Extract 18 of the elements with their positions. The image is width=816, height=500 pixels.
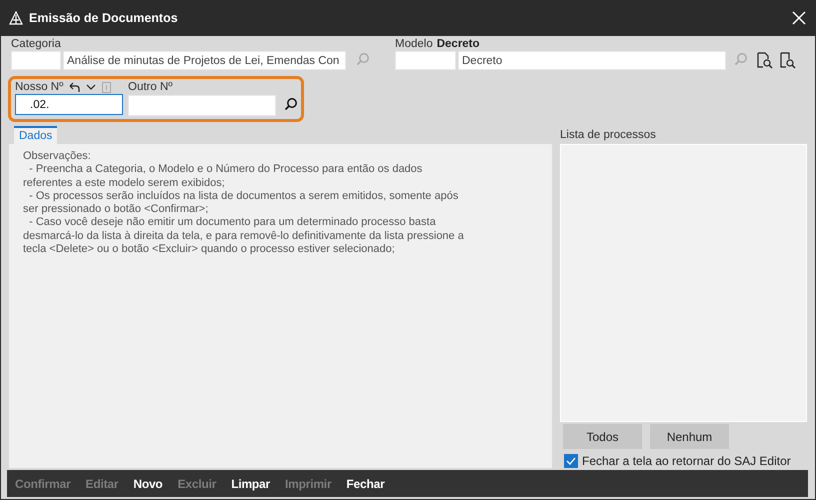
list-button[interactable]: Nenhum bbox=[650, 424, 729, 449]
description-field[interactable]: Decreto bbox=[458, 51, 726, 70]
field-label: Modelo bbox=[395, 37, 433, 51]
list-button[interactable]: Todos bbox=[563, 424, 642, 449]
field-label: Outro Nº bbox=[128, 80, 174, 94]
tab[interactable]: Dados bbox=[14, 126, 58, 144]
action-button[interactable]: Fechar bbox=[346, 476, 385, 490]
description-field[interactable]: Análise de minutas de Projetos de Lei, Emendas Con bbox=[63, 51, 346, 70]
field-label: Categoria bbox=[10, 37, 62, 51]
window-title: Emissão de Documentos bbox=[29, 11, 179, 25]
action-button[interactable]: Novo bbox=[133, 476, 163, 490]
list-label: Lista de processos bbox=[560, 128, 657, 142]
observations-text: Observações: - Preencha a Categoria, o Modelo e o Número do Processo para então os dados referentes a este modelo serem exibidos; - Os processos serão incluídos na lista de documentos a serem emitidos, somente após ser pressionado o botão <Confirmar>; - Caso você deseje não emitir um documento para um determinado processo basta desmarcá-lo da lista à direita da tela, e para removê-lo definitivamente da lista pressione a tecla <Delete> ou o botão <Excluir> quando o processo estiver selecionado; bbox=[23, 150, 465, 256]
model-name: Decreto bbox=[436, 38, 480, 50]
input-field[interactable]: .02. bbox=[15, 94, 123, 115]
action-button[interactable]: Limpar bbox=[231, 476, 270, 490]
field-label: Nosso Nº bbox=[15, 80, 64, 94]
checkbox-label[interactable]: Fechar a tela ao retornar do SAJ Editor bbox=[582, 454, 791, 468]
